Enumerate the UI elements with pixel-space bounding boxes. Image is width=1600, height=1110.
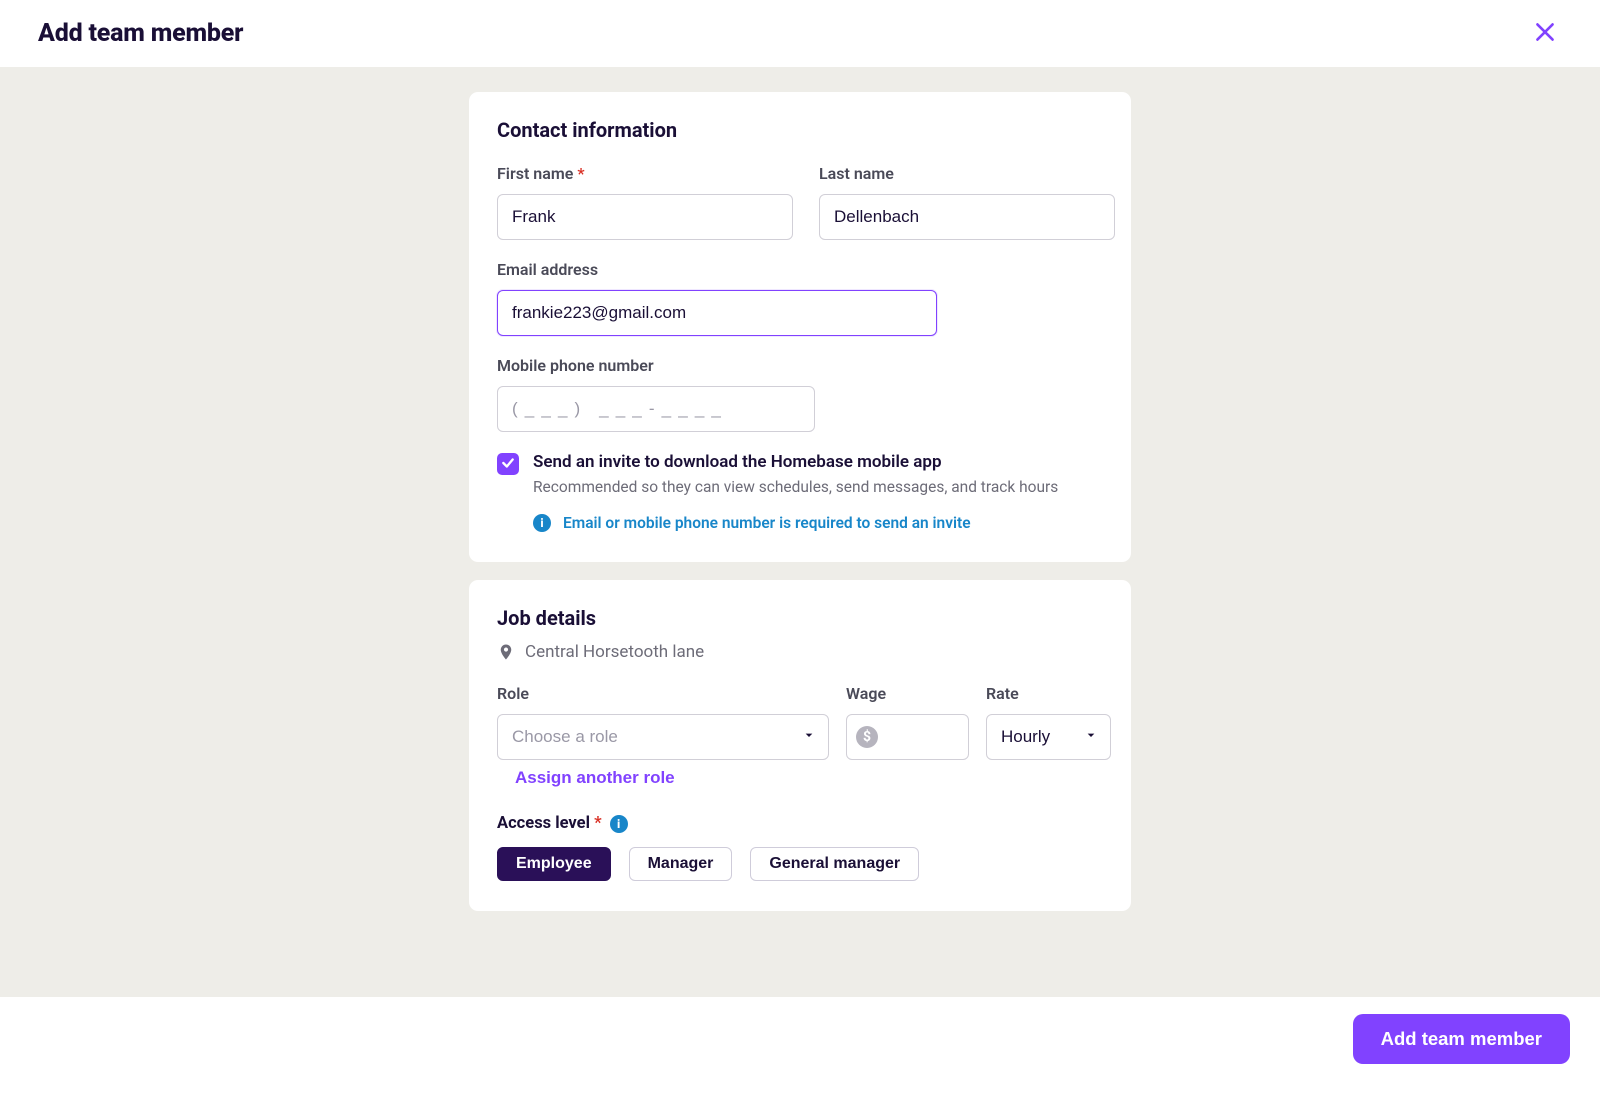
invite-row: Send an invite to download the Homebase … — [497, 452, 1103, 496]
last-name-label: Last name — [819, 164, 1115, 183]
close-button[interactable] — [1528, 15, 1562, 52]
add-team-member-button[interactable]: Add team member — [1353, 1014, 1570, 1064]
access-option-general-manager[interactable]: General manager — [750, 847, 919, 881]
assign-another-role-link[interactable]: Assign another role — [515, 768, 675, 788]
role-label: Role — [497, 684, 829, 703]
contact-info-card: Contact information First name * Last na… — [469, 92, 1131, 562]
invite-text-block: Send an invite to download the Homebase … — [533, 452, 1058, 496]
access-level-label-row: Access level * i — [497, 814, 1103, 833]
phone-field: Mobile phone number — [497, 356, 815, 432]
last-name-input[interactable] — [819, 194, 1115, 240]
email-row: Email address — [497, 260, 1103, 336]
required-marker: * — [577, 164, 584, 183]
first-name-label-text: First name — [497, 164, 573, 183]
rate-select-wrap: Hourly — [986, 714, 1111, 760]
close-icon — [1532, 19, 1558, 48]
name-row: First name * Last name — [497, 164, 1103, 240]
modal-title: Add team member — [38, 19, 243, 48]
contact-section-title: Contact information — [497, 118, 1103, 142]
rate-field: Rate Hourly — [986, 684, 1111, 760]
access-option-employee[interactable]: Employee — [497, 847, 611, 881]
last-name-field: Last name — [819, 164, 1115, 240]
location-row: Central Horsetooth lane — [497, 642, 1103, 662]
modal-header: Add team member — [0, 0, 1600, 67]
job-section-title: Job details — [497, 606, 1103, 630]
location-text: Central Horsetooth lane — [525, 642, 704, 662]
invite-label: Send an invite to download the Homebase … — [533, 452, 1058, 472]
wage-label: Wage — [846, 684, 969, 703]
role-wage-rate-row: Role Choose a role Wage $ — [497, 684, 1103, 760]
job-details-card: Job details Central Horsetooth lane Role… — [469, 580, 1131, 911]
phone-label: Mobile phone number — [497, 356, 815, 375]
modal-body: Contact information First name * Last na… — [0, 67, 1600, 997]
rate-label: Rate — [986, 684, 1111, 703]
role-select-wrap: Choose a role — [497, 714, 829, 760]
phone-input[interactable] — [497, 386, 815, 432]
invite-requirement-text: Email or mobile phone number is required… — [563, 514, 971, 532]
wage-field: Wage $ — [846, 684, 969, 760]
wage-input-wrap: $ — [846, 714, 969, 760]
access-option-manager[interactable]: Manager — [629, 847, 733, 881]
access-level-label-text: Access level — [497, 814, 590, 833]
email-input[interactable] — [497, 290, 937, 336]
location-pin-icon — [497, 643, 515, 661]
access-level-segmented: Employee Manager General manager — [497, 847, 1103, 881]
access-level-label: Access level * — [497, 814, 602, 833]
check-icon — [501, 455, 515, 474]
role-field: Role Choose a role — [497, 684, 829, 760]
first-name-field: First name * — [497, 164, 793, 240]
email-field: Email address — [497, 260, 937, 336]
role-select[interactable]: Choose a role — [497, 714, 829, 760]
rate-select-value: Hourly — [1001, 727, 1050, 747]
invite-hint: Recommended so they can view schedules, … — [533, 478, 1058, 496]
required-marker: * — [594, 814, 602, 833]
add-team-member-modal: Add team member Contact information Firs… — [0, 0, 1600, 1110]
email-label: Email address — [497, 260, 937, 279]
first-name-input[interactable] — [497, 194, 793, 240]
phone-row: Mobile phone number — [497, 356, 1103, 432]
first-name-label: First name * — [497, 164, 793, 183]
rate-select[interactable]: Hourly — [986, 714, 1111, 760]
invite-checkbox[interactable] — [497, 453, 519, 475]
modal-footer: Add team member — [0, 997, 1600, 1110]
role-select-value: Choose a role — [512, 727, 618, 747]
dollar-icon: $ — [856, 726, 878, 748]
invite-requirement-row: i Email or mobile phone number is requir… — [533, 514, 1103, 532]
info-icon: i — [533, 514, 551, 532]
access-level-info-icon[interactable]: i — [610, 815, 628, 833]
